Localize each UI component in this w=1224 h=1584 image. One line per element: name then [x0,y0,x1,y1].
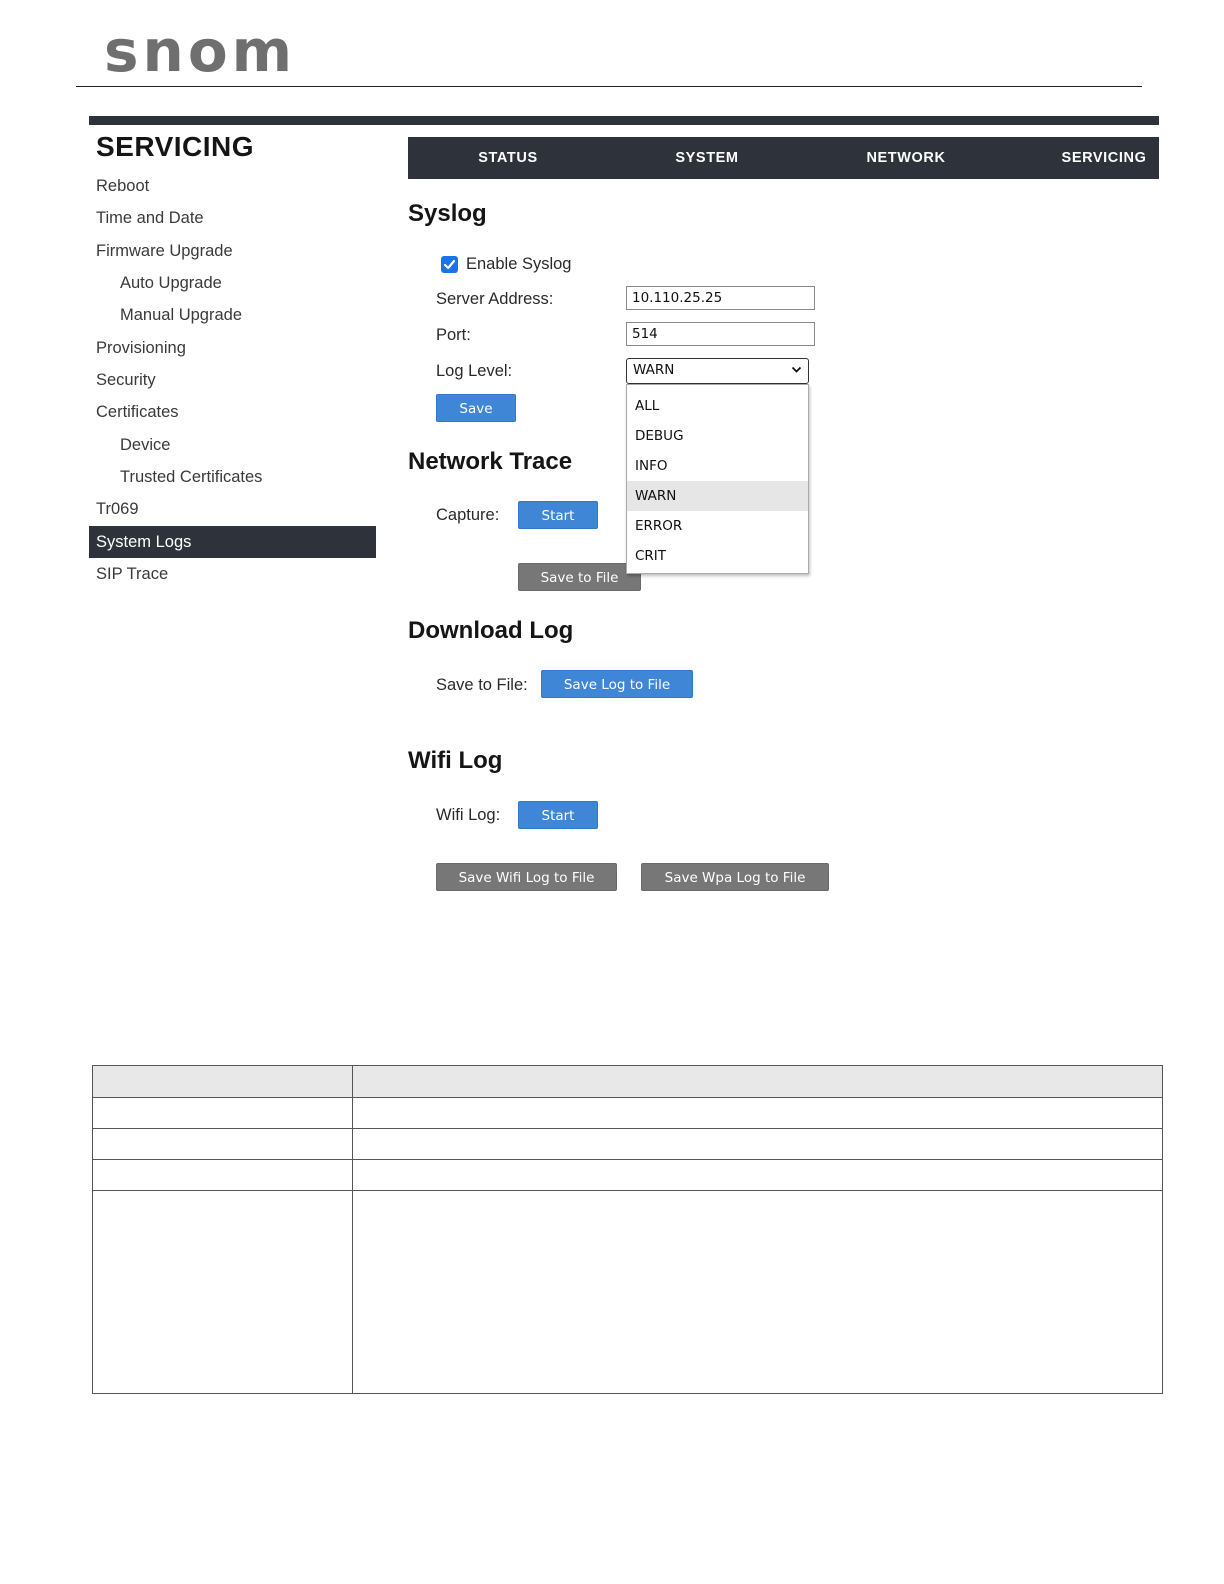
log-level-option-debug[interactable]: DEBUG [627,421,808,451]
table-row [92,1159,1163,1191]
log-level-selected-value: WARN [633,362,675,378]
frame-top-bar [89,116,1159,125]
table-cell [352,1128,1163,1160]
sidebar-item-auto-upgrade[interactable]: Auto Upgrade [89,267,376,299]
port-input[interactable]: 514 [626,322,815,346]
server-address-input[interactable]: 10.110.25.25 [626,286,815,310]
sidebar-item-provisioning[interactable]: Provisioning [89,332,376,364]
sidebar-item-sip-trace[interactable]: SIP Trace [89,558,376,590]
sidebar-item-certificates[interactable]: Certificates [89,396,376,428]
capture-start-button[interactable]: Start [518,501,598,529]
chevron-down-icon [791,366,802,373]
server-address-label: Server Address: [436,290,554,308]
log-level-option-error[interactable]: ERROR [627,511,808,541]
log-level-dropdown: ALL DEBUG INFO WARN ERROR CRIT [626,384,809,574]
syslog-section-title: Syslog [408,200,487,227]
log-level-option-all[interactable]: ALL [627,391,808,421]
wifi-log-start-button[interactable]: Start [518,801,598,829]
sidebar-item-device[interactable]: Device [89,429,376,461]
sidebar-item-reboot[interactable]: Reboot [89,170,376,202]
log-level-label: Log Level: [436,362,513,380]
header-divider [76,86,1142,87]
table-row [92,1128,1163,1160]
table-cell [352,1190,1163,1394]
syslog-save-button[interactable]: Save [436,394,516,422]
table-cell [352,1159,1163,1191]
table-cell [92,1097,353,1129]
download-save-to-file-label: Save to File: [436,676,528,694]
capture-label: Capture: [436,506,500,524]
sidebar-item-tr069[interactable]: Tr069 [89,493,376,525]
log-level-option-info[interactable]: INFO [627,451,808,481]
tab-status[interactable]: STATUS [448,137,568,179]
top-nav: STATUS SYSTEM NETWORK SERVICING [408,137,1159,179]
sidebar-item-trusted-certificates[interactable]: Trusted Certificates [89,461,376,493]
sidebar-title: SERVICING [96,131,255,162]
wifi-log-label: Wifi Log: [436,806,501,824]
sidebar-item-time-and-date[interactable]: Time and Date [89,202,376,234]
table-cell [92,1159,353,1191]
network-trace-section-title: Network Trace [408,448,573,475]
checkmark-icon [443,259,456,270]
table-header-row [92,1065,1163,1098]
log-level-select[interactable]: WARN [626,358,809,384]
tab-network[interactable]: NETWORK [845,137,967,179]
save-wifi-log-button[interactable]: Save Wifi Log to File [436,863,617,891]
tab-servicing[interactable]: SERVICING [1052,137,1156,179]
parameter-table [92,1065,1163,1394]
table-cell [92,1128,353,1160]
wifi-log-section-title: Wifi Log [408,747,503,774]
enable-syslog-checkbox[interactable] [441,256,458,273]
table-header-cell [92,1065,353,1098]
table-row [92,1190,1163,1394]
sidebar-item-manual-upgrade[interactable]: Manual Upgrade [89,299,376,331]
sidebar-item-security[interactable]: Security [89,364,376,396]
sidebar-item-system-logs[interactable]: System Logs [89,526,376,558]
sidebar-item-firmware-upgrade[interactable]: Firmware Upgrade [89,235,376,267]
table-cell [92,1190,353,1394]
save-to-file-button[interactable]: Save to File [518,563,641,591]
log-level-option-warn[interactable]: WARN [627,481,808,511]
table-header-cell [352,1065,1163,1098]
table-row [92,1097,1163,1129]
snom-logo: snom [104,17,297,85]
tab-system[interactable]: SYSTEM [647,137,767,179]
download-log-section-title: Download Log [408,617,574,644]
port-label: Port: [436,326,471,344]
save-wpa-log-button[interactable]: Save Wpa Log to File [641,863,829,891]
table-cell [352,1097,1163,1129]
enable-syslog-label: Enable Syslog [466,255,572,273]
log-level-option-crit[interactable]: CRIT [627,541,808,571]
save-log-to-file-button[interactable]: Save Log to File [541,670,693,698]
